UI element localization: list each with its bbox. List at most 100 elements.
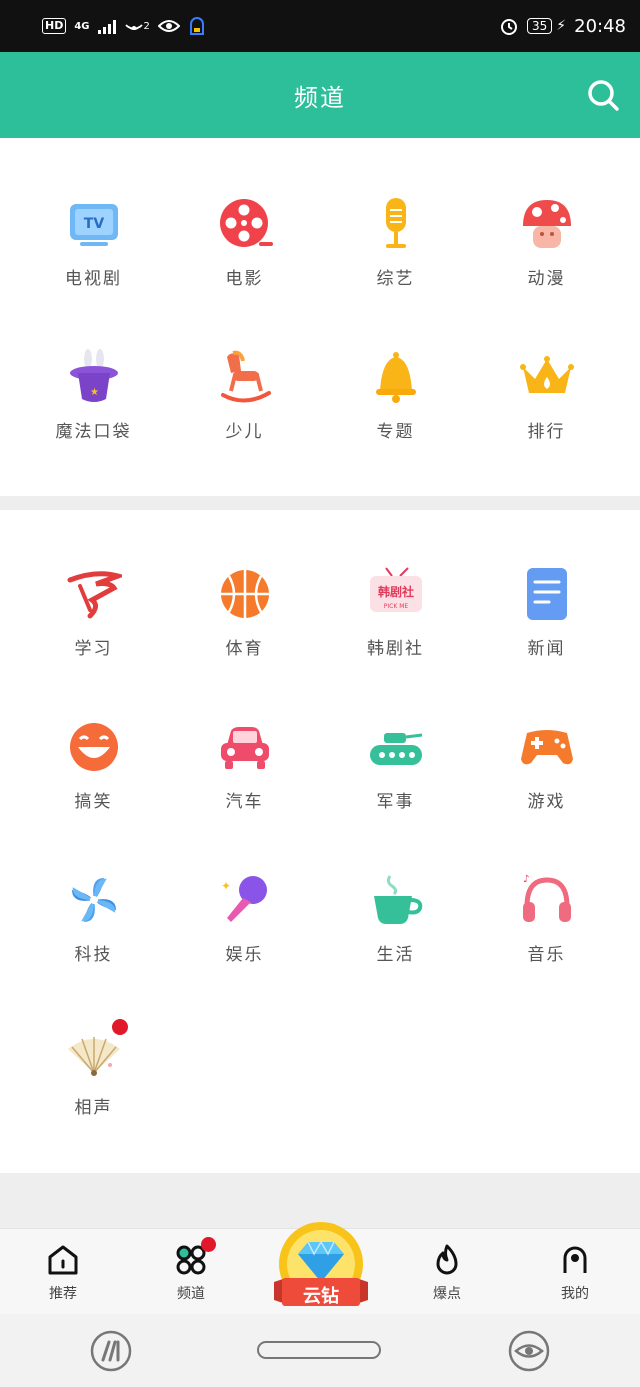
network-type: 4G bbox=[74, 20, 90, 32]
alarm-icon bbox=[501, 19, 517, 35]
channel-funny[interactable]: 搞笑 bbox=[18, 719, 169, 872]
new-badge bbox=[111, 1019, 128, 1035]
car-icon bbox=[220, 727, 269, 769]
search-icon[interactable] bbox=[586, 78, 620, 112]
channel-technology[interactable]: 科技 bbox=[18, 872, 169, 1025]
yunzuan-label: 云钻 bbox=[303, 1286, 339, 1307]
study-icon bbox=[67, 571, 122, 619]
channels-icon-wrapper bbox=[174, 1237, 216, 1277]
channel-life[interactable]: 生活 bbox=[320, 872, 471, 1025]
channel-label: 学习 bbox=[74, 639, 113, 659]
crown-icon bbox=[519, 356, 574, 393]
channel-tv-series[interactable]: TV 电视剧 bbox=[18, 196, 169, 349]
nav-hotspot[interactable]: 爆点 bbox=[402, 1243, 492, 1303]
nav-channels[interactable]: 频道 bbox=[146, 1237, 236, 1303]
channel-label: 汽车 bbox=[225, 792, 264, 812]
hd-indicator: HD bbox=[42, 18, 67, 34]
channel-military[interactable]: 军事 bbox=[320, 719, 471, 872]
karaoke-mic-icon: ✦ bbox=[221, 876, 267, 922]
basketball-icon bbox=[220, 570, 269, 618]
news-document-icon bbox=[526, 568, 567, 620]
home-icon bbox=[48, 1245, 78, 1275]
film-reel-icon bbox=[219, 199, 273, 247]
channel-label: 体育 bbox=[225, 639, 264, 659]
nav-label: 频道 bbox=[177, 1286, 205, 1302]
channel-label: 专题 bbox=[376, 422, 415, 442]
eye-icon bbox=[157, 20, 180, 32]
svg-text:★: ★ bbox=[90, 387, 99, 398]
channel-study[interactable]: 学习 bbox=[18, 566, 169, 719]
rocking-horse-icon bbox=[220, 350, 271, 403]
channel-movie[interactable]: 电影 bbox=[169, 196, 320, 349]
channel-topics[interactable]: 专题 bbox=[320, 349, 471, 502]
channel-magic-pocket[interactable]: ★ 魔法口袋 bbox=[18, 349, 169, 502]
nav-mine[interactable]: 我的 bbox=[530, 1243, 620, 1303]
channel-sports[interactable]: 体育 bbox=[169, 566, 320, 719]
tank-icon bbox=[369, 733, 422, 765]
battery-level: 35 bbox=[527, 18, 553, 34]
channel-music[interactable]: ♪ 音乐 bbox=[471, 872, 622, 1025]
home-pill[interactable] bbox=[257, 1341, 381, 1359]
microphone-icon bbox=[385, 198, 406, 248]
channel-ranking[interactable]: 排行 bbox=[471, 349, 622, 502]
notification-count: 2 bbox=[143, 20, 150, 32]
korean-drama-tv-icon: 韩剧社 PICK ME bbox=[369, 567, 422, 612]
channel-games[interactable]: 游戏 bbox=[471, 719, 622, 872]
channel-anime[interactable]: 动漫 bbox=[471, 196, 622, 349]
svg-text:✦: ✦ bbox=[221, 879, 231, 893]
app-notify-icon bbox=[189, 17, 204, 35]
channel-label: 生活 bbox=[376, 945, 415, 965]
channel-label: 排行 bbox=[527, 422, 566, 442]
system-navigation-bar bbox=[0, 1314, 640, 1387]
channel-korean-drama[interactable]: 韩剧社 PICK ME 韩剧社 bbox=[320, 566, 471, 719]
channel-label: 动漫 bbox=[527, 269, 566, 289]
folding-fan-wrapper bbox=[66, 1019, 128, 1081]
hotspot-icon bbox=[124, 24, 143, 30]
channel-news[interactable]: 新闻 bbox=[471, 566, 622, 719]
clock-time: 20:48 bbox=[574, 15, 626, 37]
charging-icon: ⚡ bbox=[556, 18, 567, 34]
secondary-channel-grid: 学习 体育 韩剧社 PICK ME 韩剧社 新闻 搞笑 汽车 军事 游戏 科技 … bbox=[0, 510, 640, 1173]
magic-hat-icon: ★ bbox=[69, 349, 118, 402]
channels-badge bbox=[201, 1237, 216, 1252]
channel-variety[interactable]: 综艺 bbox=[320, 196, 471, 349]
nav-recommend[interactable]: 推荐 bbox=[18, 1243, 108, 1303]
channel-entertainment[interactable]: ✦ 娱乐 bbox=[169, 872, 320, 1025]
page-title: 频道 bbox=[294, 83, 346, 112]
svg-text:韩剧社: 韩剧社 bbox=[377, 584, 413, 599]
channel-label: 游戏 bbox=[527, 792, 566, 812]
channel-label: 新闻 bbox=[527, 639, 566, 659]
svg-text:♪: ♪ bbox=[523, 874, 529, 885]
channel-crosstalk[interactable]: 相声 bbox=[18, 1019, 169, 1178]
channel-label: 搞笑 bbox=[74, 792, 113, 812]
status-bar: HD 4G 2 35 ⚡ 20:48 bbox=[0, 0, 640, 52]
channel-label: 综艺 bbox=[376, 269, 415, 289]
channel-label: 军事 bbox=[376, 792, 415, 812]
gamepad-icon bbox=[520, 730, 573, 765]
channel-label: 电影 bbox=[225, 269, 264, 289]
flame-icon bbox=[436, 1244, 458, 1275]
channel-label: 相声 bbox=[74, 1098, 113, 1118]
channel-label: 电视剧 bbox=[65, 269, 122, 289]
profile-icon bbox=[563, 1246, 587, 1273]
primary-channel-grid: TV 电视剧 电影 综艺 动漫 ★ 魔法口袋 少儿 专题 排行 bbox=[0, 138, 640, 496]
svg-text:PICK ME: PICK ME bbox=[383, 603, 408, 610]
app-header: 频道 bbox=[0, 52, 640, 138]
nav-label: 爆点 bbox=[433, 1286, 461, 1302]
bell-icon bbox=[375, 352, 416, 403]
channel-kids[interactable]: 少儿 bbox=[169, 349, 320, 502]
tv-icon: TV bbox=[69, 204, 118, 246]
svg-text:TV: TV bbox=[83, 216, 104, 232]
headphones-icon: ♪ bbox=[522, 874, 571, 922]
channel-label: 魔法口袋 bbox=[55, 422, 132, 442]
channel-cars[interactable]: 汽车 bbox=[169, 719, 320, 872]
nav-yunzuan[interactable]: 云钻 bbox=[268, 1220, 374, 1312]
signal-icon bbox=[97, 18, 116, 34]
channel-label: 韩剧社 bbox=[367, 639, 424, 659]
pinwheel-icon bbox=[71, 878, 116, 922]
assistant-icon[interactable] bbox=[508, 1330, 550, 1372]
nav-label: 我的 bbox=[561, 1286, 589, 1302]
channel-label: 音乐 bbox=[527, 945, 566, 965]
laughing-face-icon bbox=[69, 723, 118, 771]
app-switch-icon[interactable] bbox=[90, 1330, 132, 1372]
